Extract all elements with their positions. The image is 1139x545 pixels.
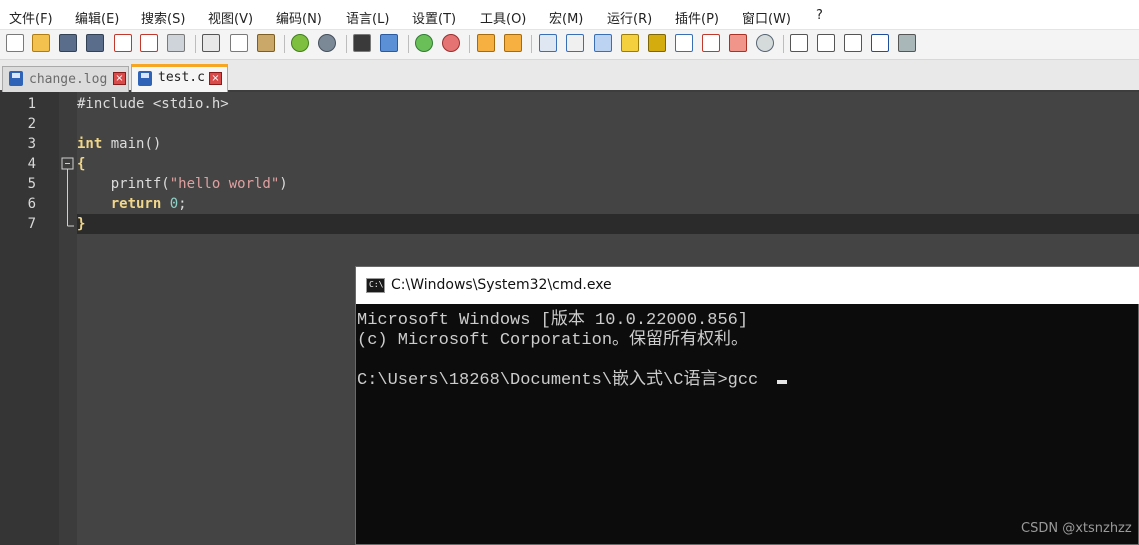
menu-window[interactable]: 窗口(W) bbox=[742, 8, 791, 27]
cmd-app-icon: C:\ bbox=[366, 278, 385, 293]
new-file-icon[interactable] bbox=[6, 34, 24, 52]
saved-file-icon bbox=[138, 71, 152, 86]
toolbar-separator bbox=[783, 35, 784, 53]
line-number: 3 bbox=[27, 136, 36, 152]
menu-file[interactable]: 文件(F) bbox=[9, 8, 53, 27]
macro-save-icon[interactable] bbox=[898, 34, 916, 52]
text-cursor bbox=[777, 380, 787, 384]
fold-markers bbox=[61, 157, 74, 227]
menu-search[interactable]: 搜索(S) bbox=[141, 8, 185, 27]
code-line-1: #include <stdio.h> bbox=[77, 96, 229, 112]
macro-stop-icon[interactable] bbox=[817, 34, 835, 52]
menu-macro[interactable]: 宏(M) bbox=[549, 8, 583, 27]
macro-run-multiple-icon[interactable] bbox=[871, 34, 889, 52]
menu-view[interactable]: 视图(V) bbox=[208, 8, 253, 27]
code-line-7: } bbox=[77, 216, 86, 232]
indent-guide-icon[interactable] bbox=[594, 34, 612, 52]
tab-change-log[interactable]: change.log × bbox=[2, 66, 129, 92]
menu-bar: 文件(F) 编辑(E) 搜索(S) 视图(V) 编码(N) 语言(L) 设置(T… bbox=[0, 0, 1139, 30]
code-line-6: return 0; bbox=[110, 196, 187, 212]
macro-play-icon[interactable] bbox=[844, 34, 862, 52]
toolbar-separator bbox=[408, 35, 409, 53]
toolbar-separator bbox=[284, 35, 285, 53]
close-all-icon[interactable] bbox=[140, 34, 158, 52]
menu-tools[interactable]: 工具(O) bbox=[480, 8, 526, 27]
toolbar-separator bbox=[469, 35, 470, 53]
document-map-icon[interactable] bbox=[648, 34, 666, 52]
cut-icon[interactable] bbox=[202, 34, 220, 52]
fold-margin bbox=[59, 92, 77, 545]
line-number: 6 bbox=[27, 196, 36, 212]
cmd-window[interactable]: C:\ C:\Windows\System32\cmd.exe Microsof… bbox=[355, 266, 1139, 545]
close-icon[interactable]: × bbox=[209, 72, 222, 85]
sync-vertical-icon[interactable] bbox=[477, 34, 495, 52]
undo-icon[interactable] bbox=[291, 34, 309, 52]
watermark: CSDN @xtsnzhzz bbox=[1021, 521, 1132, 536]
show-all-characters-icon[interactable] bbox=[566, 34, 584, 52]
line-number: 1 bbox=[27, 96, 36, 112]
macro-record-icon[interactable] bbox=[790, 34, 808, 52]
tab-label: test.c bbox=[158, 70, 205, 85]
menu-encoding[interactable]: 编码(N) bbox=[276, 8, 322, 27]
find-icon[interactable] bbox=[353, 34, 371, 52]
saved-file-icon bbox=[9, 71, 23, 86]
zoom-in-icon[interactable] bbox=[415, 34, 433, 52]
tab-bar: change.log × test.c × bbox=[0, 60, 1139, 92]
menu-settings[interactable]: 设置(T) bbox=[412, 8, 456, 27]
menu-plugins[interactable]: 插件(P) bbox=[675, 8, 719, 27]
monitoring-icon[interactable] bbox=[756, 34, 774, 52]
line-number: 2 bbox=[27, 116, 36, 132]
sync-horizontal-icon[interactable] bbox=[504, 34, 522, 52]
function-list-icon[interactable] bbox=[702, 34, 720, 52]
copy-icon[interactable] bbox=[230, 34, 248, 52]
folder-workspace-icon[interactable] bbox=[729, 34, 747, 52]
tab-label: change.log bbox=[29, 72, 108, 87]
line-number: 7 bbox=[27, 216, 36, 232]
save-all-icon[interactable] bbox=[86, 34, 104, 52]
document-list-icon[interactable] bbox=[675, 34, 693, 52]
code-line-5: printf("hello world") bbox=[77, 176, 288, 192]
toolbar-separator bbox=[195, 35, 196, 53]
menu-edit[interactable]: 编辑(E) bbox=[75, 8, 119, 27]
line-number: 4 bbox=[27, 156, 36, 172]
toolbar-separator bbox=[531, 35, 532, 53]
cmd-titlebar[interactable]: C:\ C:\Windows\System32\cmd.exe bbox=[356, 267, 1139, 304]
print-icon[interactable] bbox=[167, 34, 185, 52]
cmd-window-title: C:\Windows\System32\cmd.exe bbox=[391, 277, 612, 293]
zoom-out-icon[interactable] bbox=[442, 34, 460, 52]
line-number: 5 bbox=[27, 176, 36, 192]
cmd-icon-text: C:\ bbox=[369, 280, 384, 289]
cmd-output-line: (c) Microsoft Corporation。保留所有权利。 bbox=[357, 331, 749, 350]
redo-icon[interactable] bbox=[318, 34, 336, 52]
open-file-icon[interactable] bbox=[32, 34, 50, 52]
menu-language[interactable]: 语言(L) bbox=[346, 8, 389, 27]
line-number-gutter: 1 2 3 4 5 6 7 bbox=[0, 92, 59, 545]
close-icon[interactable]: × bbox=[113, 72, 126, 85]
current-line-highlight bbox=[77, 214, 1139, 234]
tab-test-c[interactable]: test.c × bbox=[131, 64, 228, 92]
udl-icon[interactable] bbox=[621, 34, 639, 52]
code-line-4: { bbox=[77, 156, 86, 172]
word-wrap-icon[interactable] bbox=[539, 34, 557, 52]
menu-help[interactable]: ? bbox=[816, 8, 823, 23]
code-line-3: int main() bbox=[77, 136, 162, 152]
menu-run[interactable]: 运行(R) bbox=[607, 8, 652, 27]
toolbar-separator bbox=[346, 35, 347, 53]
toolbar bbox=[0, 30, 1139, 60]
save-icon[interactable] bbox=[59, 34, 77, 52]
paste-icon[interactable] bbox=[257, 34, 275, 52]
cmd-prompt-line[interactable]: C:\Users\18268\Documents\嵌入式\C语言>gcc bbox=[357, 364, 768, 390]
close-icon[interactable] bbox=[114, 34, 132, 52]
replace-icon[interactable] bbox=[380, 34, 398, 52]
